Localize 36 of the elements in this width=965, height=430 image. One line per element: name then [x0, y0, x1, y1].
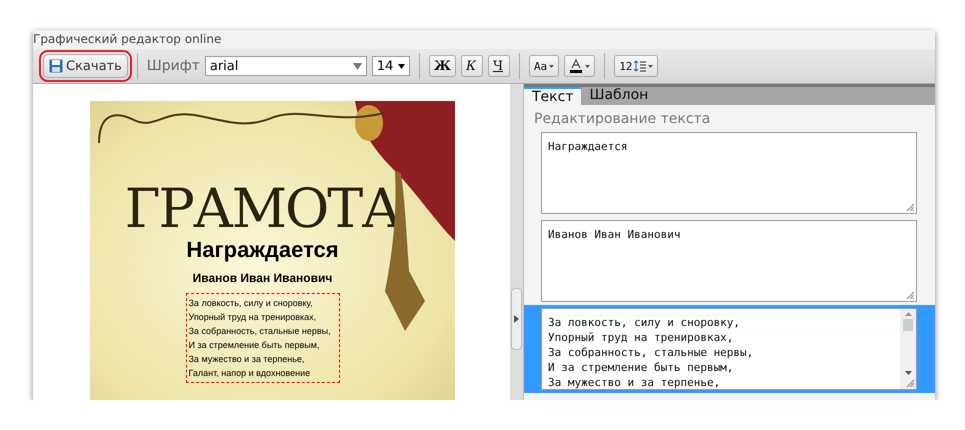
- underline-button[interactable]: Ч: [488, 55, 510, 77]
- resize-grip-icon[interactable]: [906, 203, 914, 211]
- line-spacing-button[interactable]: 12: [614, 55, 658, 77]
- scroll-up-arrow-icon[interactable]: [904, 312, 912, 316]
- certificate-title: Награждается: [186, 237, 339, 263]
- poem-text[interactable]: За ловкость, силу и сноровку, Упорный труд на тренировках, За собранность, стальные нервы, И за стремление быть первым, За мужество и за терпенье, Галант, напор и вдохновение: [186, 293, 340, 383]
- dropdown-arrow-icon: [352, 62, 362, 70]
- window-title: Графический редактор online: [33, 30, 935, 49]
- caret-icon: [585, 64, 590, 68]
- caret-icon: [549, 64, 554, 68]
- expand-arrow-icon: [514, 315, 519, 323]
- text-area[interactable]: Иванов Иван Иванович: [541, 220, 917, 302]
- recipient-name: Иванов Иван Иванович: [192, 271, 332, 285]
- scrollbar-thumb[interactable]: [903, 319, 913, 331]
- size-select[interactable]: 14: [372, 56, 410, 76]
- caret-icon: [648, 64, 654, 68]
- tab[interactable]: Шаблон: [581, 87, 656, 105]
- tab[interactable]: Текст: [524, 87, 582, 105]
- italic-button[interactable]: К: [460, 55, 483, 77]
- text-area[interactable]: Награждается: [541, 132, 917, 214]
- font-label: Шрифт: [146, 58, 200, 74]
- scroll-down-arrow-icon[interactable]: [904, 371, 912, 375]
- font-color-icon: [569, 59, 584, 73]
- certificate-heading: ГРАМОТА: [124, 181, 400, 237]
- scrollbar[interactable]: [900, 309, 916, 389]
- font-color-button[interactable]: [564, 55, 596, 77]
- text-area[interactable]: За ловкость, силу и сноровку, Упорный труд на тренировках, За собранность, стальные нервы, И за стремление быть первым, За мужество и за терпенье,: [541, 308, 917, 390]
- resize-grip-icon[interactable]: [906, 379, 914, 387]
- bold-button[interactable]: Ж: [428, 55, 456, 77]
- text-case-button[interactable]: Aa: [528, 55, 560, 77]
- font-select[interactable]: arial: [204, 56, 367, 76]
- line-spacing-icon: [634, 60, 646, 72]
- resize-grip-icon[interactable]: [906, 291, 914, 299]
- dropdown-arrow-icon: [398, 64, 405, 68]
- section-title: Редактирование текста: [533, 110, 712, 129]
- panel-toggle-button[interactable]: [511, 288, 522, 350]
